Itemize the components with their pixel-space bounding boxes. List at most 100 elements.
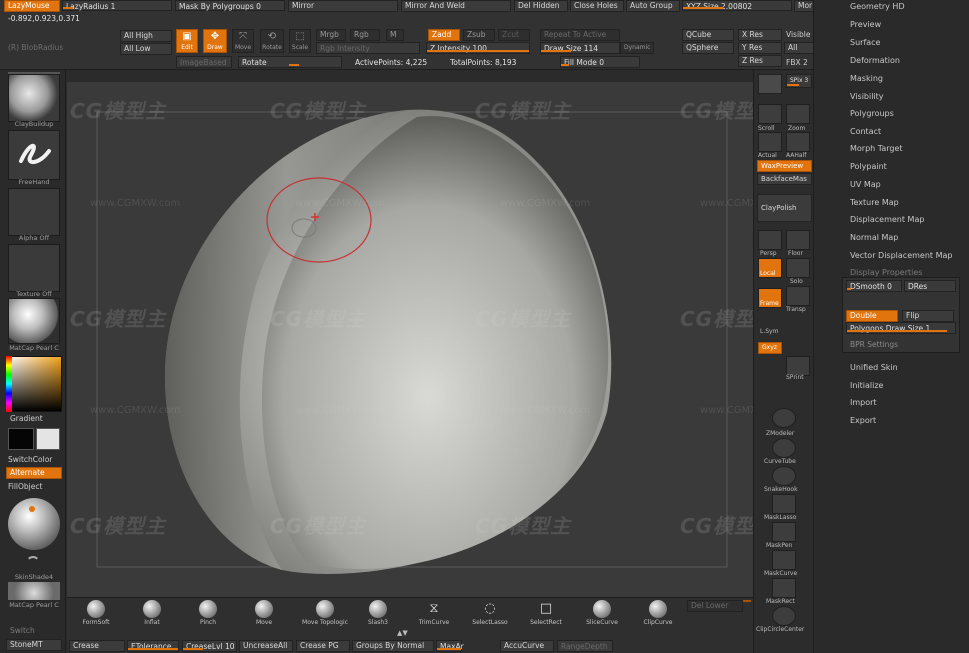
tray-item-deformation[interactable]: Deformation bbox=[850, 56, 900, 65]
tray-item-unified-skin[interactable]: Unified Skin bbox=[850, 363, 898, 372]
draw-size-slider[interactable]: Draw Size 114 bbox=[540, 42, 620, 54]
zmodeler-icon[interactable] bbox=[772, 408, 796, 428]
accucurve-button[interactable]: AccuCurve bbox=[500, 640, 554, 652]
brush-move-topologic[interactable]: Move Topologic bbox=[297, 600, 353, 626]
mirror-and-weld-button[interactable]: Mirror And Weld bbox=[401, 0, 511, 12]
etolerance-slider[interactable]: ETolerance bbox=[127, 640, 179, 652]
zcut-button[interactable]: Zcut bbox=[498, 29, 530, 41]
alpha-thumb[interactable] bbox=[8, 188, 60, 236]
aahalf-icon[interactable] bbox=[786, 132, 810, 152]
scroll-icon[interactable] bbox=[758, 104, 782, 124]
waxpreview-button[interactable]: WaxPreview bbox=[757, 160, 812, 172]
qsphere-button[interactable]: QSphere bbox=[682, 42, 734, 54]
brush-slicecurve[interactable]: SliceCurve bbox=[579, 600, 625, 626]
tray-item-export[interactable]: Export bbox=[850, 416, 876, 425]
sprint-icon[interactable] bbox=[786, 356, 810, 376]
mrgb-button[interactable]: Mrgb bbox=[316, 29, 346, 41]
scale-button[interactable]: ⬚ Scale bbox=[289, 29, 311, 53]
dsmooth-slider[interactable]: DSmooth 0 bbox=[846, 280, 902, 292]
double-button[interactable]: Double bbox=[846, 310, 898, 322]
auto-group-button[interactable]: Auto Group bbox=[626, 0, 680, 12]
tray-item-polygroups[interactable]: Polygroups bbox=[850, 109, 894, 118]
lazymouse-button[interactable]: LazyMouse bbox=[4, 0, 60, 12]
repeat-to-active-button[interactable]: Repeat To Active bbox=[540, 29, 620, 41]
hue-strip[interactable] bbox=[6, 356, 12, 412]
edit-button[interactable]: ▣ Edit bbox=[176, 29, 198, 53]
fillobject-label[interactable]: FillObject bbox=[8, 482, 42, 492]
crease-pg-button[interactable]: Crease PG bbox=[296, 640, 350, 652]
polygons-draw-size-slider[interactable]: Polygons Draw Size 1 bbox=[846, 322, 956, 334]
bpr-button[interactable] bbox=[758, 74, 782, 94]
zsub-button[interactable]: Zsub bbox=[463, 29, 495, 41]
stonemt-button[interactable]: StoneMT bbox=[6, 639, 62, 651]
stroke-thumb[interactable] bbox=[8, 130, 60, 180]
lsym-label[interactable]: L.Sym bbox=[760, 328, 778, 335]
bottom-orange-marker[interactable] bbox=[743, 600, 751, 602]
tray-item-contact[interactable]: Contact bbox=[850, 127, 881, 136]
secondary-color-swatch[interactable] bbox=[36, 428, 60, 450]
masklasso-icon[interactable] bbox=[772, 494, 796, 514]
del-lower-button[interactable]: Del Lower bbox=[687, 600, 743, 612]
lazyradius-slider[interactable]: LazyRadius 1 bbox=[62, 0, 172, 11]
tray-item-visibility[interactable]: Visibility bbox=[850, 92, 884, 101]
close-holes-button[interactable]: Close Holes bbox=[570, 0, 624, 12]
del-hidden-button[interactable]: Del Hidden bbox=[514, 0, 568, 12]
alternate-button[interactable]: Alternate bbox=[6, 467, 62, 479]
maskrect-icon[interactable] bbox=[772, 578, 796, 598]
brush-slash3[interactable]: Slash3 bbox=[355, 600, 401, 626]
bottom-shelf-handle[interactable]: ▲▼ bbox=[397, 629, 408, 637]
switchcolor-label[interactable]: SwitchColor bbox=[8, 455, 52, 465]
snakehook-icon[interactable] bbox=[772, 466, 796, 486]
crease-button[interactable]: Crease bbox=[69, 640, 125, 652]
canvas-viewport[interactable] bbox=[67, 82, 753, 597]
tray-item-vector-displacement-map[interactable]: Vector Displacement Map bbox=[850, 251, 952, 260]
creaselvl-slider[interactable]: CreaseLvl 10 bbox=[182, 640, 237, 652]
tray-item-surface[interactable]: Surface bbox=[850, 38, 880, 47]
tray-item-morph-target[interactable]: Morph Target bbox=[850, 144, 903, 153]
rangedepth-slider[interactable]: RangeDepth bbox=[557, 640, 613, 652]
color-picker[interactable] bbox=[6, 356, 62, 412]
x-res-button[interactable]: X Res bbox=[738, 29, 782, 41]
brush-selectlasso[interactable]: ◌ SelectLasso bbox=[467, 600, 513, 626]
m-button[interactable]: M bbox=[386, 29, 404, 41]
transp-icon[interactable] bbox=[786, 286, 810, 306]
mirror-button[interactable]: Mirror bbox=[288, 0, 398, 12]
main-color-swatch[interactable] bbox=[8, 428, 34, 450]
spix-slider[interactable]: SPix 3 bbox=[786, 74, 812, 88]
tray-item-masking[interactable]: Masking bbox=[850, 74, 883, 83]
brush-selectrect[interactable]: □ SelectRect bbox=[523, 600, 569, 626]
rgb-intensity-slider[interactable]: Rgb Intensity bbox=[316, 42, 420, 54]
brush-thumb[interactable] bbox=[8, 74, 60, 122]
switch-label[interactable]: Switch bbox=[10, 626, 35, 636]
actual-icon[interactable] bbox=[758, 132, 782, 152]
brush-formsoft[interactable]: FormSoft bbox=[73, 600, 119, 626]
tray-item-initialize[interactable]: Initialize bbox=[850, 381, 883, 390]
flip-button[interactable]: Flip bbox=[902, 310, 954, 322]
tray-item-texture-map[interactable]: Texture Map bbox=[850, 198, 899, 207]
z-res-button[interactable]: Z Res bbox=[738, 55, 782, 67]
uncreaseall-button[interactable]: UncreaseAll bbox=[239, 640, 293, 652]
material-thumb[interactable] bbox=[8, 298, 60, 344]
tray-item-display-properties[interactable]: Display Properties bbox=[850, 268, 922, 277]
tray-item-polypaint[interactable]: Polypaint bbox=[850, 162, 887, 171]
groups-by-normal-button[interactable]: Groups By Normal bbox=[352, 640, 434, 652]
bpr-settings-label[interactable]: BPR Settings bbox=[850, 340, 898, 350]
xyz-size-slider[interactable]: XYZ Size 2.00802 bbox=[682, 0, 792, 11]
backfacemask-button[interactable]: BackfaceMas bbox=[757, 173, 812, 185]
floor-icon[interactable] bbox=[786, 230, 810, 250]
matcap-small-thumb[interactable] bbox=[8, 582, 60, 600]
dres-slider[interactable]: DRes bbox=[904, 280, 956, 292]
zoom-icon[interactable] bbox=[786, 104, 810, 124]
solo-icon[interactable] bbox=[786, 258, 810, 278]
y-res-button[interactable]: Y Res bbox=[738, 42, 782, 54]
maskpen-icon[interactable] bbox=[772, 522, 796, 542]
rgb-button[interactable]: Rgb bbox=[350, 29, 380, 41]
move-button[interactable]: ⤧ Move bbox=[232, 29, 254, 53]
imagebased-slider[interactable]: ImageBased bbox=[176, 56, 232, 68]
brush-pinch[interactable]: Pinch bbox=[185, 600, 231, 626]
claypolish-button[interactable]: ClayPolish bbox=[757, 194, 812, 222]
all-button[interactable]: All bbox=[784, 42, 814, 54]
brush-inflat[interactable]: Inflat bbox=[129, 600, 175, 626]
rotate-button[interactable]: ⟲ Rotate bbox=[260, 29, 284, 53]
persp-icon[interactable] bbox=[758, 230, 782, 250]
